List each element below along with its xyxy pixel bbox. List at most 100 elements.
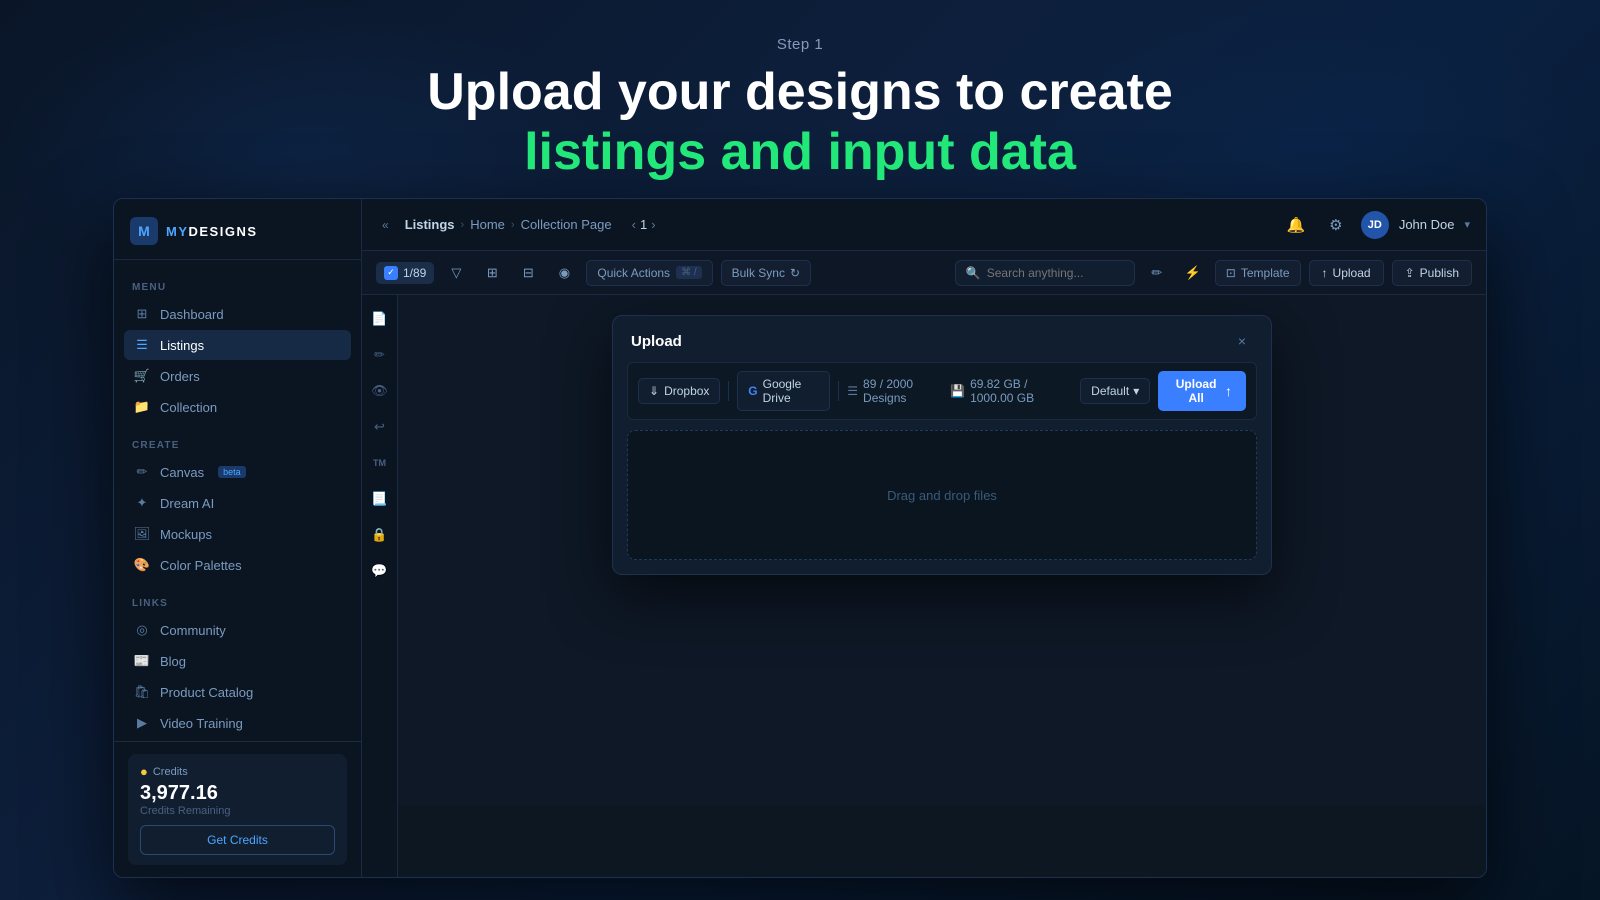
designs-list-icon: ☰ bbox=[847, 384, 858, 398]
upload-label: Upload bbox=[1333, 266, 1371, 280]
sidebar-item-color-palettes[interactable]: 🎨 Color Palettes bbox=[124, 550, 351, 580]
breadcrumb-home[interactable]: Home bbox=[470, 217, 505, 232]
logo-icon: M bbox=[130, 217, 158, 245]
sidebar-item-mockups[interactable]: 🖼 Mockups bbox=[124, 519, 351, 549]
sidebar-item-video-training[interactable]: ▶ Video Training bbox=[124, 708, 351, 738]
sidebar-item-community[interactable]: ◎ Community bbox=[124, 615, 351, 645]
side-panel-chat[interactable]: 💬 bbox=[366, 557, 394, 585]
upload-button[interactable]: ↑ Upload bbox=[1309, 260, 1384, 286]
drop-zone[interactable]: Drag and drop files bbox=[627, 430, 1257, 560]
modal-close-button[interactable]: × bbox=[1231, 330, 1253, 352]
notifications-button[interactable]: 🔔 bbox=[1281, 210, 1311, 240]
nav-prev[interactable]: ‹ bbox=[632, 217, 636, 232]
sidebar-item-label: Product Catalog bbox=[160, 685, 253, 700]
create-section-label: CREATE bbox=[124, 432, 351, 457]
sidebar-item-orders[interactable]: 🛒 Orders bbox=[124, 361, 351, 391]
edit-icon-button[interactable]: ✏ bbox=[1143, 259, 1171, 287]
top-bar: « Listings › Home › Collection Page ‹ 1 … bbox=[362, 199, 1486, 251]
grid-view-button[interactable]: ⊞ bbox=[478, 259, 506, 287]
settings-view-button[interactable]: ◉ bbox=[550, 259, 578, 287]
dropbox-button[interactable]: ⇓ Dropbox bbox=[638, 378, 720, 404]
credits-icon: ● bbox=[140, 764, 148, 779]
mockups-icon: 🖼 bbox=[134, 526, 150, 542]
source-divider bbox=[728, 381, 729, 401]
sidebar-item-label: Dream AI bbox=[160, 496, 214, 511]
sidebar-item-label: Mockups bbox=[160, 527, 212, 542]
upload-all-icon: ↑ bbox=[1225, 383, 1232, 399]
template-button[interactable]: ⊡ Template bbox=[1215, 260, 1301, 286]
credits-section: ● Credits 3,977.16 Credits Remaining Get… bbox=[128, 754, 347, 865]
side-panel-lock[interactable]: 🔒 bbox=[366, 521, 394, 549]
search-bar[interactable]: 🔍 bbox=[955, 260, 1135, 286]
breadcrumb-collection[interactable]: Collection Page bbox=[521, 217, 612, 232]
sidebar-item-collection[interactable]: 📁 Collection bbox=[124, 392, 351, 422]
google-drive-label: Google Drive bbox=[763, 377, 820, 405]
main-content: « Listings › Home › Collection Page ‹ 1 … bbox=[362, 199, 1486, 877]
upload-icon: ↑ bbox=[1322, 266, 1328, 280]
search-input[interactable] bbox=[987, 266, 1124, 280]
bulk-sync-icon: ↻ bbox=[790, 266, 800, 280]
checkbox-count: 1/89 bbox=[403, 266, 426, 280]
menu-section-label: MENU bbox=[124, 274, 351, 299]
side-panel: 📄 ✏ 👁 ↩ TM 📃 🔒 💬 bbox=[362, 295, 398, 877]
storage-info: 💾 69.82 GB / 1000.00 GB bbox=[950, 377, 1072, 405]
quick-actions-button[interactable]: Quick Actions ⌘ / bbox=[586, 260, 712, 286]
grid-icon: ⊞ bbox=[487, 265, 498, 281]
content-area: Upload × ⇓ Dropbox G bbox=[398, 295, 1486, 877]
side-panel-undo[interactable]: ↩ bbox=[366, 413, 394, 441]
breadcrumb-sep-2: › bbox=[511, 219, 515, 231]
logo-text: MYDESIGNS bbox=[166, 224, 258, 239]
template-label: Template bbox=[1241, 266, 1290, 280]
get-credits-button[interactable]: Get Credits bbox=[140, 825, 335, 855]
toolbar: ✓ 1/89 ▽ ⊞ ⊟ ◉ Quick Actions ⌘ / Bulk Sy… bbox=[362, 251, 1486, 295]
list-view-button[interactable]: ⊟ bbox=[514, 259, 542, 287]
quick-actions-label: Quick Actions bbox=[597, 266, 670, 280]
select-all-checkbox[interactable]: ✓ 1/89 bbox=[376, 262, 434, 284]
sidebar-item-label: Orders bbox=[160, 369, 200, 384]
breadcrumb-nav: ‹ 1 › bbox=[632, 217, 656, 232]
breadcrumb-page-number: 1 bbox=[640, 217, 647, 232]
sidebar-item-label: Community bbox=[160, 623, 226, 638]
dropbox-icon: ⇓ bbox=[649, 384, 659, 398]
side-panel-edit[interactable]: ✏ bbox=[366, 341, 394, 369]
user-dropdown-chevron[interactable]: ▾ bbox=[1464, 218, 1470, 231]
sidebar-item-blog[interactable]: 📰 Blog bbox=[124, 646, 351, 676]
publish-button[interactable]: ⇪ Publish bbox=[1392, 260, 1472, 286]
lightning-icon-button[interactable]: ⚡ bbox=[1179, 259, 1207, 287]
sidebar-item-dashboard[interactable]: ⊞ Dashboard bbox=[124, 299, 351, 329]
bell-icon: 🔔 bbox=[1286, 216, 1305, 234]
default-chevron: ▾ bbox=[1133, 384, 1139, 398]
side-panel-doc[interactable]: 📃 bbox=[366, 485, 394, 513]
modal-body: ⇓ Dropbox G Google Drive ☰ bbox=[613, 362, 1271, 574]
blog-icon: 📰 bbox=[134, 653, 150, 669]
settings-button[interactable]: ⚙ bbox=[1321, 210, 1351, 240]
color-palettes-icon: 🎨 bbox=[134, 557, 150, 573]
side-panel-tm[interactable]: TM bbox=[366, 449, 394, 477]
lightning-icon: ⚡ bbox=[1185, 265, 1201, 281]
sidebar-item-canvas[interactable]: ✏ Canvas beta bbox=[124, 457, 351, 487]
sidebar-item-label: Color Palettes bbox=[160, 558, 242, 573]
hero-title-green: listings and input data bbox=[0, 123, 1600, 183]
listings-icon: ☰ bbox=[134, 337, 150, 353]
google-drive-button[interactable]: G Google Drive bbox=[737, 371, 830, 411]
nav-next[interactable]: › bbox=[651, 217, 655, 232]
breadcrumb-sep-1: › bbox=[461, 219, 465, 231]
side-panel-layers[interactable]: 📄 bbox=[366, 305, 394, 333]
upload-all-button[interactable]: Upload All ↑ bbox=[1158, 371, 1246, 411]
sidebar-item-label: Listings bbox=[160, 338, 204, 353]
sidebar-item-dream-ai[interactable]: ✦ Dream AI bbox=[124, 488, 351, 518]
dropbox-label: Dropbox bbox=[664, 384, 709, 398]
side-panel-eye[interactable]: 👁 bbox=[366, 377, 394, 405]
filter-button[interactable]: ▽ bbox=[442, 259, 470, 287]
collapse-sidebar-button[interactable]: « bbox=[378, 214, 393, 236]
sidebar-content: MENU ⊞ Dashboard ☰ Listings 🛒 Orders 📁 C… bbox=[114, 260, 361, 741]
sidebar-item-product-catalog[interactable]: 🛍 Product Catalog bbox=[124, 677, 351, 707]
bulk-sync-button[interactable]: Bulk Sync ↻ bbox=[721, 260, 811, 286]
sidebar-item-label: Video Training bbox=[160, 716, 243, 731]
sidebar-item-label: Dashboard bbox=[160, 307, 224, 322]
designs-count-display: ☰ 89 / 2000 Designs bbox=[847, 377, 942, 405]
sidebar: M MYDESIGNS MENU ⊞ Dashboard ☰ Listings … bbox=[114, 199, 362, 877]
default-select[interactable]: Default ▾ bbox=[1080, 378, 1150, 404]
modal-title: Upload bbox=[631, 333, 682, 350]
sidebar-item-listings[interactable]: ☰ Listings bbox=[124, 330, 351, 360]
